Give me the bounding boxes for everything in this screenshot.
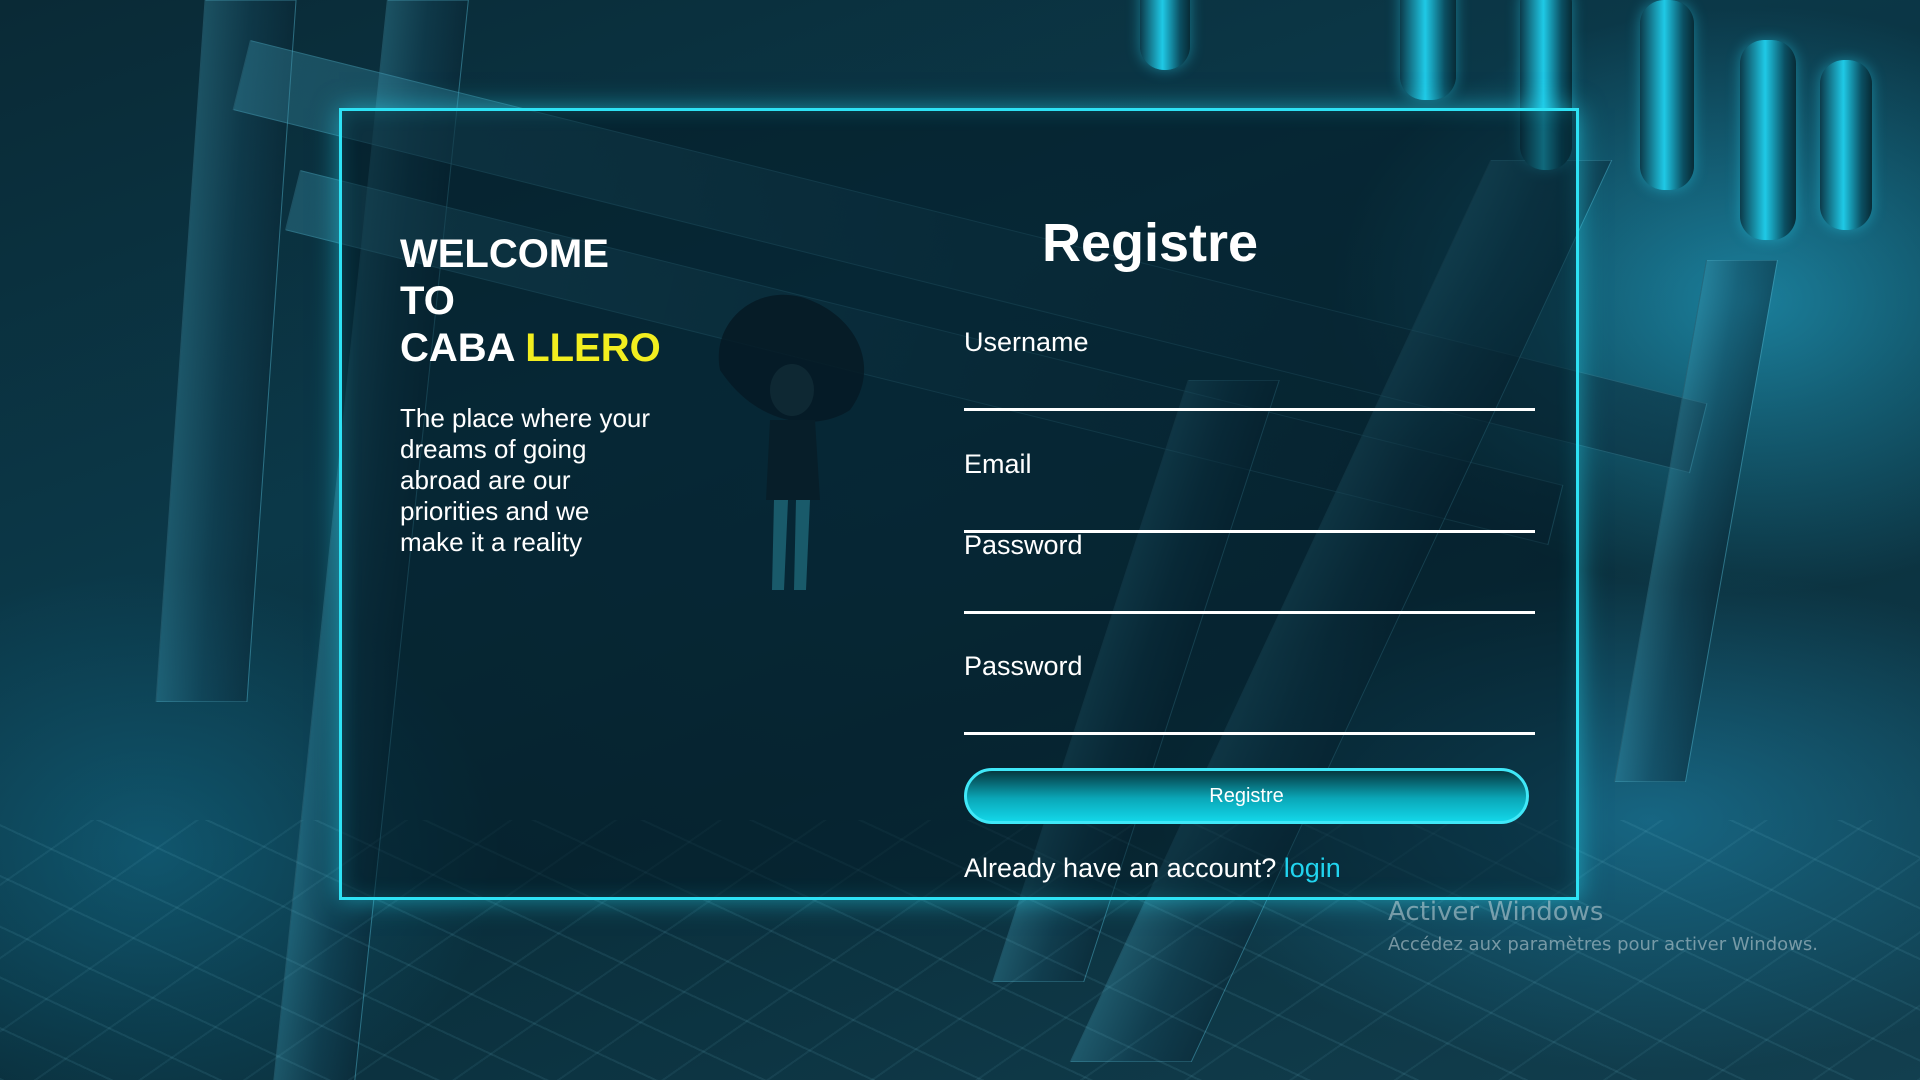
watermark-title: Activer Windows (1388, 897, 1604, 927)
login-prompt: Already have an account? login (964, 852, 1341, 884)
bamboo-pole (1740, 40, 1796, 240)
username-input[interactable] (964, 377, 1535, 411)
form-title: Registre (1042, 213, 1259, 273)
password-input[interactable] (964, 580, 1535, 614)
brand-name-accent: LLERO (525, 326, 661, 370)
welcome-line: WELCOME (400, 232, 609, 276)
bamboo-pole (1640, 0, 1694, 190)
windows-activation-watermark: Activer Windows Accédez aux paramètres p… (1388, 896, 1818, 958)
username-label: Username (964, 327, 1089, 357)
bamboo-pole (1140, 0, 1190, 70)
bamboo-pole (1820, 60, 1872, 230)
confirm-password-label: Password (964, 651, 1083, 681)
bamboo-pole (1400, 0, 1456, 100)
background-beam (1613, 260, 1779, 782)
register-card: WELCOME TO CABA LLERO The place where yo… (339, 108, 1579, 900)
tagline: The place where your dreams of going abr… (400, 403, 651, 557)
background-scene: WELCOME TO CABA LLERO The place where yo… (0, 0, 1920, 1080)
password-label: Password (964, 530, 1083, 560)
welcome-heading: WELCOME TO CABA LLERO (400, 231, 661, 372)
welcome-line: TO (400, 279, 455, 323)
confirm-password-input[interactable] (964, 701, 1535, 735)
watermark-subtitle: Accédez aux paramètres pour activer Wind… (1388, 934, 1818, 955)
brand-name-plain: CABA (400, 326, 526, 370)
login-link[interactable]: login (1284, 853, 1341, 883)
register-button[interactable]: Registre (964, 768, 1529, 824)
email-label: Email (964, 449, 1032, 479)
brand-name: CABA LLERO (400, 325, 661, 372)
email-input[interactable] (964, 499, 1535, 533)
account-prompt-text: Already have an account? (964, 853, 1284, 883)
